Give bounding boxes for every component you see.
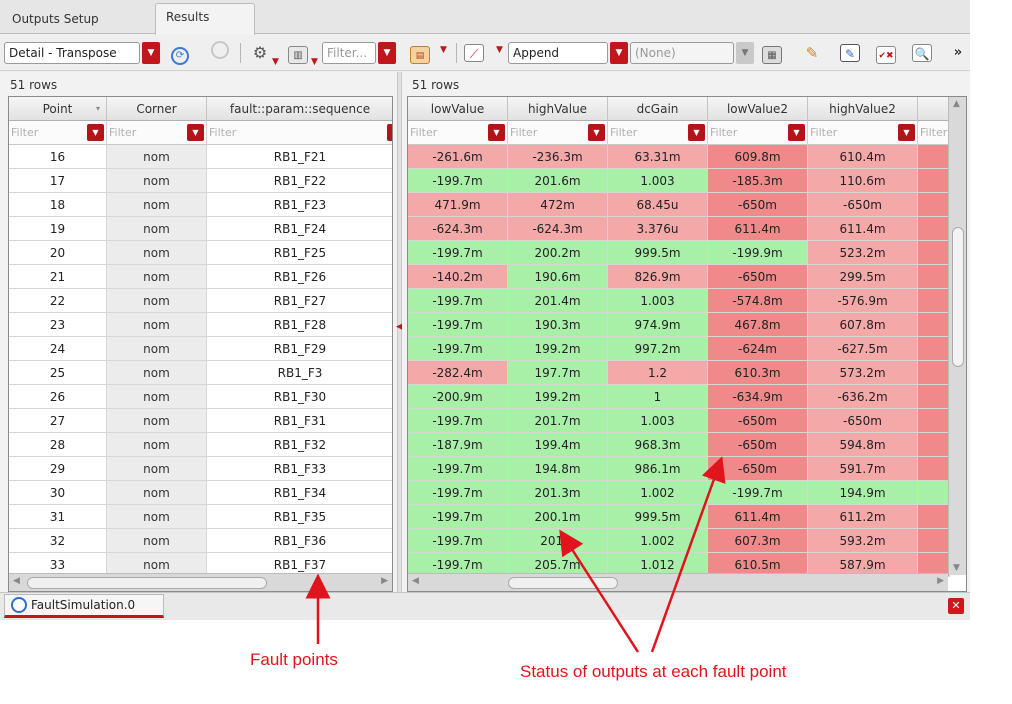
- status-arrow-right: [650, 456, 726, 653]
- annotation-arrows: [305, 456, 726, 653]
- fault-points-annotation: Fault points: [250, 650, 338, 669]
- status-outputs-annotation: Status of outputs at each fault point: [520, 662, 787, 681]
- status-arrow-left: [559, 529, 640, 653]
